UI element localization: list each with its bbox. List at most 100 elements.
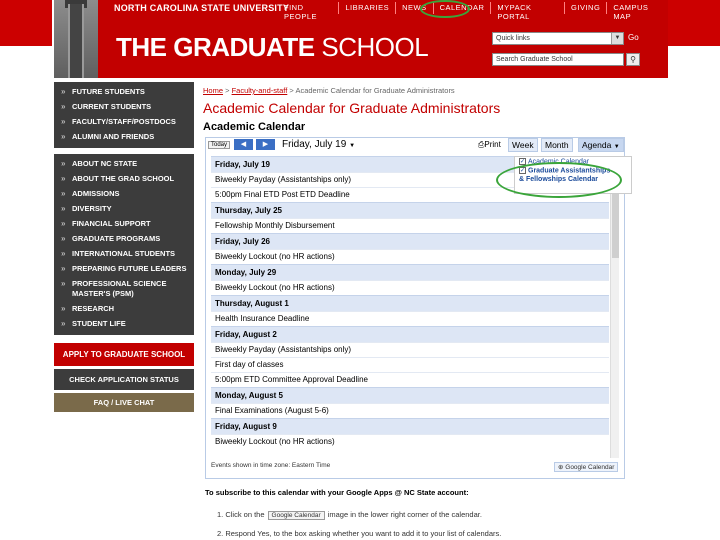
site-title[interactable]: THE GRADUATE SCHOOL — [116, 32, 429, 63]
timezone-note: Events shown in time zone: Eastern Time — [211, 462, 331, 469]
event-item[interactable]: Biweekly Lockout (no HR actions) — [211, 249, 609, 264]
event-item[interactable]: Health Insurance Deadline — [211, 311, 609, 326]
main-content: Home > Faculty-and-staff > Academic Cale… — [203, 82, 663, 540]
date-range: Friday, July 19 ▼ — [282, 139, 355, 150]
tab-agenda[interactable]: Agenda ▼ — [578, 138, 624, 152]
sidebar-item-about-ncstate[interactable]: ABOUT NC STATE — [54, 157, 194, 172]
event-item[interactable]: Final Examinations (August 5-6) — [211, 403, 609, 418]
sidebar: FUTURE STUDENTS CURRENT STUDENTS FACULTY… — [54, 82, 194, 540]
search-icon[interactable]: ⚲ — [626, 53, 640, 66]
next-arrow-icon[interactable]: ▶ — [256, 139, 275, 150]
print-link[interactable]: ⎙Print — [478, 140, 501, 150]
tab-week[interactable]: Week — [508, 138, 538, 152]
checkbox-icon[interactable]: ✓ — [519, 158, 526, 165]
top-nav-find-people[interactable]: FIND PEOPLE — [278, 2, 338, 21]
google-calendar-badge[interactable]: ⊕ Google Calendar — [554, 462, 619, 472]
sidebar-item-future-leaders[interactable]: PREPARING FUTURE LEADERS — [54, 262, 194, 277]
agenda-scrollbar[interactable] — [610, 156, 619, 458]
quick-links-label: Quick links — [496, 35, 530, 42]
sidebar-item-faculty-staff[interactable]: FACULTY/STAFF/POSTDOCS — [54, 115, 194, 130]
sidebar-item-diversity[interactable]: DIVERSITY — [54, 202, 194, 217]
event-item[interactable]: Biweekly Payday (Assistantships only) — [211, 342, 609, 357]
sidebar-item-admissions[interactable]: ADMISSIONS — [54, 187, 194, 202]
step-1-pre: 1. Click on the — [217, 510, 265, 519]
slide-red-band-right — [668, 0, 720, 46]
event-item[interactable]: 5:00pm ETD Committee Approval Deadline — [211, 372, 609, 387]
date-range-label: Friday, July 19 — [282, 139, 347, 150]
top-nav-calendar[interactable]: CALENDAR — [432, 2, 491, 14]
plus-icon: ⊕ — [558, 464, 564, 471]
breadcrumb: Home > Faculty-and-staff > Academic Cale… — [203, 86, 663, 95]
day-header: Thursday, July 25 — [211, 202, 609, 218]
tab-agenda-label: Agenda — [582, 140, 612, 150]
breadcrumb-separator: > — [223, 86, 232, 95]
sidebar-item-international[interactable]: INTERNATIONAL STUDENTS — [54, 247, 194, 262]
top-nav: FIND PEOPLE LIBRARIES NEWS CALENDAR MYPA… — [278, 2, 668, 21]
check-status-button[interactable]: CHECK APPLICATION STATUS — [54, 369, 194, 390]
day-header: Monday, August 5 — [211, 387, 609, 403]
calendar-option-assistantships[interactable]: ✓ Graduate Assistantships — [515, 166, 631, 175]
today-button[interactable]: Today — [208, 141, 231, 149]
belltower-icon — [68, 4, 84, 78]
sidebar-item-student-life[interactable]: STUDENT LIFE — [54, 317, 194, 332]
site-header: NORTH CAROLINA STATE UNIVERSITY FIND PEO… — [54, 0, 668, 78]
breadcrumb-faculty[interactable]: Faculty-and-staff — [232, 86, 288, 95]
day-header: Friday, August 2 — [211, 326, 609, 342]
faq-live-chat-button[interactable]: FAQ / LIVE CHAT — [54, 393, 194, 412]
google-calendar-button: Google Calendar — [267, 510, 325, 520]
calendar-option-assistantships-line1: Graduate Assistantships — [528, 167, 611, 175]
breadcrumb-home[interactable]: Home — [203, 86, 223, 95]
chevron-down-icon: ▼ — [611, 33, 623, 44]
sidebar-item-research[interactable]: RESEARCH — [54, 302, 194, 317]
prev-arrow-icon[interactable]: ◀ — [234, 139, 253, 150]
calendar-option-academic-label: Academic Calendar — [528, 158, 590, 166]
day-header: Thursday, August 1 — [211, 295, 609, 311]
day-header: Friday, July 26 — [211, 233, 609, 249]
top-nav-libraries[interactable]: LIBRARIES — [338, 2, 395, 14]
sidebar-group-audiences: FUTURE STUDENTS CURRENT STUDENTS FACULTY… — [54, 82, 194, 148]
sidebar-item-alumni[interactable]: ALUMNI AND FRIENDS — [54, 130, 194, 145]
sidebar-item-about-grad-school[interactable]: ABOUT THE GRAD SCHOOL — [54, 172, 194, 187]
day-header: Monday, July 29 — [211, 264, 609, 280]
search-input[interactable]: Search Graduate School — [492, 53, 624, 66]
event-item[interactable]: Fellowship Monthly Disbursement — [211, 218, 609, 233]
top-nav-news[interactable]: NEWS — [395, 2, 433, 14]
page-title: Academic Calendar for Graduate Administr… — [203, 100, 501, 116]
top-nav-giving[interactable]: GIVING — [564, 2, 606, 14]
apply-button[interactable]: APPLY TO GRADUATE SCHOOL — [54, 343, 194, 366]
calendar-option-academic[interactable]: ✓ Academic Calendar — [515, 157, 631, 166]
calendar-toolbar: Today ◀ ▶ Friday, July 19 ▼ ⎙Print Week … — [206, 138, 624, 154]
sidebar-item-financial-support[interactable]: FINANCIAL SUPPORT — [54, 217, 194, 232]
subscribe-heading: To subscribe to this calendar with your … — [205, 488, 469, 497]
tab-month[interactable]: Month — [541, 138, 573, 152]
sidebar-group-topics: ABOUT NC STATE ABOUT THE GRAD SCHOOL ADM… — [54, 154, 194, 335]
checkbox-icon[interactable]: ✓ — [519, 167, 526, 175]
university-name[interactable]: NORTH CAROLINA STATE UNIVERSITY — [114, 3, 289, 13]
print-label: Print — [484, 140, 501, 149]
slide-red-band-left — [0, 0, 52, 46]
chevron-down-icon[interactable]: ▼ — [349, 143, 355, 149]
calendar-selector-popup: ✓ Academic Calendar ✓ Graduate Assistantsh… — [514, 156, 632, 194]
agenda-list: Friday, July 19 Biweekly Payday (Assista… — [211, 156, 609, 458]
calendar-heading: Academic Calendar — [203, 121, 306, 133]
quick-links-select[interactable]: Quick links ▼ — [492, 32, 624, 45]
step-1-post: image in the lower right corner of the c… — [327, 510, 482, 519]
breadcrumb-current: > Academic Calendar for Graduate Adminis… — [287, 86, 455, 95]
sidebar-item-psm[interactable]: PROFESSIONAL SCIENCE MASTER'S (PSM) — [54, 277, 194, 302]
embedded-calendar: Today ◀ ▶ Friday, July 19 ▼ ⎙Print Week … — [205, 137, 632, 479]
event-item[interactable]: First day of classes — [211, 357, 609, 372]
slide: NORTH CAROLINA STATE UNIVERSITY FIND PEO… — [0, 0, 720, 540]
top-nav-mypack-portal[interactable]: MYPACK PORTAL — [490, 2, 564, 21]
event-item[interactable]: Biweekly Lockout (no HR actions) — [211, 280, 609, 295]
sidebar-item-future-students[interactable]: FUTURE STUDENTS — [54, 85, 194, 100]
subscribe-step-2: 2. Respond Yes, to the box asking whethe… — [217, 529, 502, 538]
top-nav-campus-map[interactable]: CAMPUS MAP — [606, 2, 668, 21]
belltower-logo[interactable] — [54, 0, 98, 78]
site-title-rest: SCHOOL — [314, 32, 429, 62]
calendar-option-assistantships-cont: & Fellowships Calendar — [515, 176, 631, 184]
sidebar-item-current-students[interactable]: CURRENT STUDENTS — [54, 100, 194, 115]
go-button[interactable]: Go — [628, 33, 639, 42]
calendar-option-assistantships-line2: & Fellowships Calendar — [519, 175, 598, 183]
sidebar-item-graduate-programs[interactable]: GRADUATE PROGRAMS — [54, 232, 194, 247]
event-item[interactable]: Biweekly Lockout (no HR actions) — [211, 434, 609, 449]
